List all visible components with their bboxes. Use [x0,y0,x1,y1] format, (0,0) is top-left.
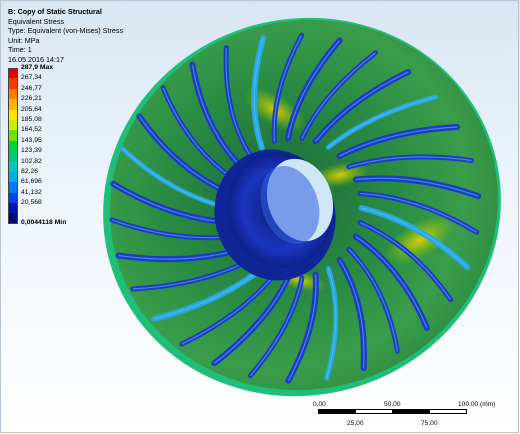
legend-swatch [8,140,18,152]
legend-swatch [8,203,18,214]
legend-swatch [8,68,18,79]
legend-swatch [8,151,18,162]
legend-swatch [8,182,18,193]
legend-label: 82,26 [21,167,39,175]
scale-label-start: 0,00 [313,401,326,408]
legend-swatch [8,161,18,172]
legend-swatch [8,109,18,120]
legend-swatch [8,130,18,141]
legend-label: 226,21 [21,95,42,103]
scale-bar: 0,00 50,00 100,00 (mm) 25,00 75,00 [310,396,495,432]
legend-label: 20,568 [21,199,42,207]
legend-label: 0,0044118 Min [21,219,67,227]
legend-label: 267,34 [21,74,42,82]
scale-label-mid: 50,00 [384,401,401,408]
legend-label: 185,08 [21,115,42,123]
legend-label: 61,696 [21,178,42,186]
legend-swatch [8,171,18,183]
legend-swatch [8,99,18,110]
legend-label: 41,132 [21,188,42,196]
scale-label-three-quarter: 75,00 [421,420,438,427]
legend-swatch [8,119,18,131]
legend-label: 102,82 [21,157,42,165]
legend-label: 143,95 [21,136,42,144]
scale-segment [318,409,356,414]
scale-segment [355,409,393,414]
legend-swatch [8,213,18,224]
legend-swatch [8,88,18,100]
legend-label: 246,77 [21,84,42,92]
legend-label: 123,39 [21,147,42,155]
legend-label: 164,52 [21,126,42,134]
legend-swatch [8,78,18,89]
legend-swatch [8,192,18,204]
legend-label: 287,9 Max [21,64,54,71]
scale-segment [429,409,467,414]
scale-segment [392,409,430,414]
legend-label: 205,64 [21,105,42,113]
scale-label-quarter: 25,00 [347,420,364,427]
graphics-viewport[interactable]: B: Copy of Static Structural Equivalent … [0,0,520,434]
impeller-model[interactable] [90,0,520,400]
scale-label-end: 100,00 (mm) [458,401,496,408]
